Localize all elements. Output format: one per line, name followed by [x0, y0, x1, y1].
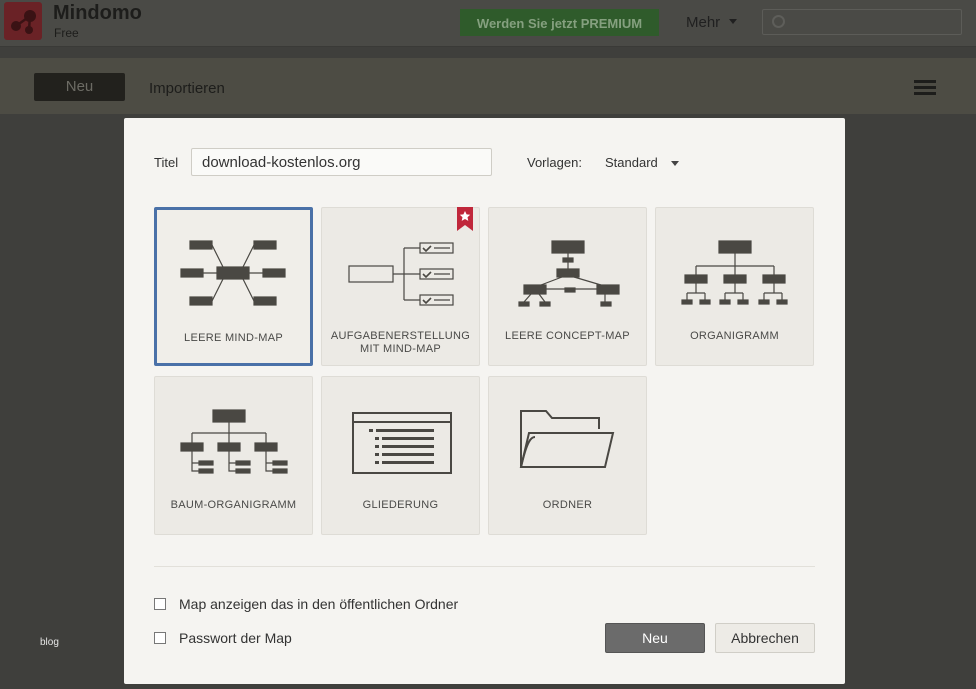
chevron-down-icon[interactable] — [671, 161, 679, 166]
outline-icon — [352, 412, 452, 474]
template-folder[interactable]: ORDNER — [488, 376, 647, 535]
password-checkbox-label: Passwort der Map — [179, 630, 292, 646]
tile-label: LEERE MIND-MAP — [184, 332, 283, 344]
concept-map-icon — [518, 240, 620, 307]
template-tree-org-chart[interactable]: BAUM-ORGANIGRAMM — [154, 376, 313, 535]
tile-label: LEERE CONCEPT-MAP — [505, 330, 630, 342]
tile-label-line-1: AUFGABENERSTELLUNG — [330, 330, 471, 342]
chevron-down-icon[interactable] — [729, 19, 737, 24]
org-chart-icon — [681, 240, 788, 305]
cancel-button[interactable]: Abbrechen — [715, 623, 815, 653]
public-folder-checkbox[interactable] — [154, 598, 166, 610]
mindomo-logo-icon[interactable] — [4, 2, 42, 40]
password-checkbox[interactable] — [154, 632, 166, 644]
tile-label: ORDNER — [542, 499, 593, 511]
tree-org-chart-icon — [180, 409, 288, 474]
tile-label: BAUM-ORGANIGRAMM — [170, 499, 297, 511]
title-label: Titel — [154, 155, 179, 170]
more-menu[interactable]: Mehr — [686, 14, 720, 31]
tile-label: ORGANIGRAMM — [690, 330, 779, 342]
tile-label-line-2: MIT MIND-MAP — [359, 343, 441, 355]
tile-label: GLIEDERUNG — [362, 499, 439, 511]
app-name: Mindomo — [53, 2, 142, 24]
import-button[interactable]: Importieren — [149, 80, 225, 97]
blog-link[interactable]: blog — [40, 637, 59, 648]
toolbar — [0, 58, 976, 114]
templates-label: Vorlagen: — [527, 155, 582, 170]
hamburger-menu-icon[interactable] — [914, 80, 936, 96]
template-task-mind-map[interactable]: AUFGABENERSTELLUNG MIT MIND-MAP — [321, 207, 480, 366]
search-icon — [772, 15, 785, 28]
template-org-chart[interactable]: ORGANIGRAMM — [655, 207, 814, 366]
template-blank-concept-map[interactable]: LEERE CONCEPT-MAP — [488, 207, 647, 366]
title-input[interactable] — [191, 148, 492, 176]
template-blank-mind-map[interactable]: LEERE MIND-MAP — [154, 207, 313, 366]
create-button[interactable]: Neu — [605, 623, 705, 653]
premium-button[interactable]: Werden Sie jetzt PREMIUM — [460, 9, 659, 36]
new-map-button[interactable]: Neu — [34, 73, 125, 101]
app-edition: Free — [54, 26, 79, 40]
public-folder-checkbox-label: Map anzeigen das in den öffentlichen Ord… — [179, 596, 459, 612]
tile-label: AUFGABENERSTELLUNG MIT MIND-MAP — [322, 330, 479, 356]
folder-icon — [519, 410, 615, 468]
templates-select[interactable]: Standard — [605, 155, 658, 170]
template-outline[interactable]: GLIEDERUNG — [321, 376, 480, 535]
search-input[interactable] — [762, 9, 962, 35]
premium-star-icon — [457, 207, 473, 231]
divider — [154, 566, 815, 567]
